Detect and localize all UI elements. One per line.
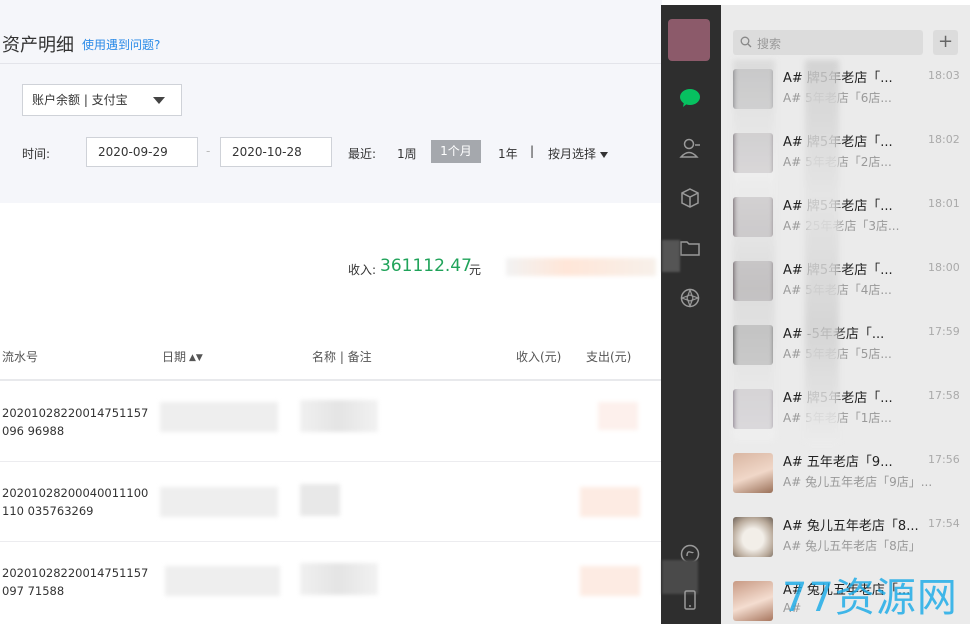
contacts-icon[interactable]	[679, 137, 701, 159]
search-placeholder: 搜索	[757, 37, 782, 51]
table-row-serial: 20201028220014751157097 71588	[2, 566, 149, 598]
page-title: 资产明细	[2, 35, 74, 56]
redacted-name	[300, 484, 340, 516]
chat-list-item[interactable]: A# 兔儿五年老店「8... 17:54 A# 兔儿五年老店「8店」	[721, 508, 970, 572]
date-to-input[interactable]: 2020-10-28	[220, 137, 332, 167]
redacted-mosaic	[733, 60, 775, 440]
folder-icon[interactable]	[679, 237, 701, 259]
chat-time: 17:54	[928, 517, 960, 530]
column-header-name: 名称 | 备注	[312, 350, 372, 364]
column-header-income: 收入(元)	[516, 350, 562, 364]
redacted-expense	[580, 487, 640, 517]
account-select-value: 账户余额 | 支付宝	[32, 93, 128, 107]
redacted-name	[300, 563, 378, 595]
chat-name: A# 兔儿五年老店「8...	[783, 519, 919, 534]
range-year-option[interactable]: 1年	[498, 145, 518, 162]
table-row-divider	[0, 541, 662, 542]
redacted-expense	[580, 566, 640, 596]
redacted-mosaic	[805, 60, 839, 445]
range-month-option[interactable]: 1个月	[431, 140, 481, 163]
column-header-serial: 流水号	[2, 350, 39, 364]
column-header-date-label: 日期	[162, 350, 187, 364]
chat-list-item[interactable]: A# 五年老店「9... 17:56 A# 兔儿五年老店「9店」...	[721, 444, 970, 508]
table-row-divider	[0, 461, 662, 462]
redacted-date	[165, 566, 280, 596]
chat-time: 17:58	[928, 389, 960, 402]
chat-time: 18:00	[928, 261, 960, 274]
table-row-serial: 20201028200040011100110 035763269	[2, 486, 149, 518]
watermark: 77资源网	[782, 575, 958, 621]
chat-bubble-icon[interactable]	[679, 87, 701, 109]
redacted-block	[662, 240, 680, 272]
redacted-date	[160, 487, 278, 517]
avatar[interactable]	[668, 19, 710, 61]
cube-icon[interactable]	[679, 187, 701, 209]
redacted-name	[300, 400, 378, 432]
chat-preview: A# 兔儿五年老店「9店」...	[783, 475, 933, 489]
recent-label: 最近:	[348, 147, 377, 161]
chat-time: 18:03	[928, 69, 960, 82]
search-icon	[740, 36, 752, 48]
date-separator: -	[206, 144, 211, 158]
chevron-down-icon	[153, 97, 165, 104]
title-divider	[0, 63, 662, 64]
add-button[interactable]: +	[933, 30, 958, 55]
range-week-option[interactable]: 1周	[397, 145, 417, 162]
range-divider: |	[530, 144, 535, 158]
income-value: 361112.47	[380, 256, 472, 276]
column-header-date[interactable]: 日期 ▲▼	[162, 348, 203, 365]
income-label: 收入:	[348, 263, 377, 277]
caret-down-icon	[600, 151, 609, 158]
chat-time: 17:59	[928, 325, 960, 338]
phone-icon[interactable]	[679, 589, 701, 611]
account-select[interactable]: 账户余额 | 支付宝	[22, 84, 182, 116]
month-select-label: 按月选择	[548, 147, 597, 161]
help-link[interactable]: 使用遇到问题?	[82, 36, 160, 53]
chat-name: A# 五年老店「9...	[783, 455, 893, 470]
redacted-summary	[506, 258, 656, 276]
redacted-expense	[598, 402, 638, 430]
date-from-input[interactable]: 2020-09-29	[86, 137, 198, 167]
month-select[interactable]: 按月选择	[548, 145, 609, 162]
avatar	[733, 581, 773, 621]
income-unit: 元	[469, 263, 482, 277]
avatar	[733, 453, 773, 493]
moments-icon[interactable]	[679, 287, 701, 309]
chat-preview: A# 兔儿五年老店「8店」	[783, 539, 921, 553]
table-row-serial: 20201028220014751157096 96988	[2, 406, 149, 438]
column-header-expense: 支出(元)	[586, 350, 632, 364]
chat-time: 18:01	[928, 197, 960, 210]
chat-time: 17:56	[928, 453, 960, 466]
chat-time: 18:02	[928, 133, 960, 146]
avatar	[733, 517, 773, 557]
redacted-date	[160, 402, 278, 432]
time-label: 时间:	[22, 147, 51, 161]
sort-icon: ▲▼	[189, 353, 203, 363]
table-header-divider	[0, 379, 662, 381]
asset-detail-page: 资产明细 使用遇到问题? 账户余额 | 支付宝 时间: 2020-09-29 -…	[0, 0, 662, 624]
